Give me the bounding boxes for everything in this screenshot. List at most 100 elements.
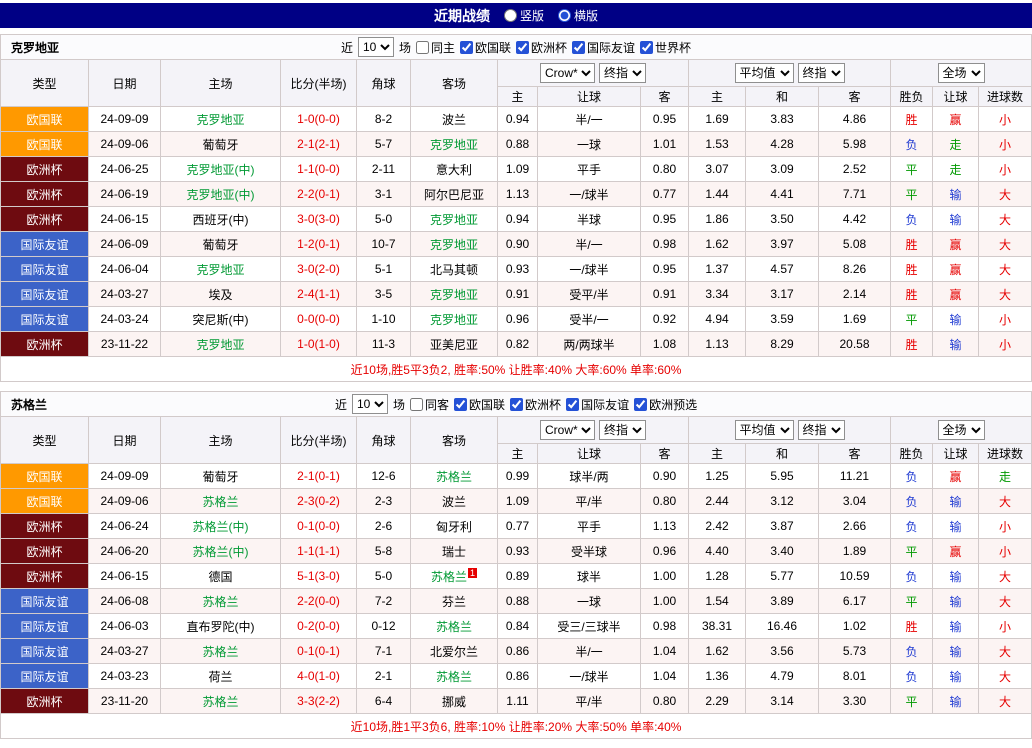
handicap-result-cell: 输 <box>932 488 979 514</box>
match-date-cell: 24-06-15 <box>88 563 161 589</box>
col-header-home: 主场 <box>160 416 281 464</box>
league-checkbox[interactable] <box>566 397 580 411</box>
match-type-cell: 国际友谊 <box>0 588 89 614</box>
games-label: 场 <box>398 40 411 55</box>
away-team-cell: 克罗地亚 <box>410 131 498 157</box>
euro-draw-odds-cell: 3.09 <box>745 156 819 182</box>
scope-select[interactable]: 全场 <box>937 63 985 83</box>
asia-odds-group-header: Crow* 终指 <box>497 416 689 444</box>
bookmaker-select[interactable]: Crow* <box>540 420 595 440</box>
match-date-cell: 23-11-20 <box>88 688 161 714</box>
euro-draw-odds-cell: 5.95 <box>745 463 819 489</box>
same-venue-checkbox[interactable] <box>410 397 424 411</box>
home-team-cell: 苏格兰 <box>160 688 281 714</box>
league-checkbox-label[interactable]: 国际友谊 <box>572 39 635 56</box>
euro-away-odds-cell: 3.30 <box>818 688 891 714</box>
handicap-result-cell: 赢 <box>932 281 979 307</box>
match-type-cell: 欧洲杯 <box>0 206 89 232</box>
layout-option-vertical[interactable]: 竖版 <box>503 7 544 24</box>
recent-count-select[interactable]: 10 <box>357 37 394 57</box>
asia-away-odds-cell: 1.01 <box>640 131 689 157</box>
result-cell: 负 <box>890 638 933 664</box>
match-type-cell: 欧国联 <box>0 131 89 157</box>
asia-away-odds-cell: 1.00 <box>640 563 689 589</box>
goals-result-cell: 大 <box>977 663 1032 689</box>
euro-draw-odds-cell: 16.46 <box>745 613 819 639</box>
asia-final-odds-select[interactable]: 终指 <box>599 63 646 83</box>
league-checkbox[interactable] <box>454 397 468 411</box>
asia-home-odds-cell: 0.84 <box>497 613 538 639</box>
score-cell: 2-2(0-1) <box>280 181 357 207</box>
match-type-cell: 欧洲杯 <box>0 513 89 539</box>
league-checkbox-label[interactable]: 欧洲预选 <box>634 396 697 413</box>
col-header-result: 胜负 <box>890 86 933 107</box>
asia-home-odds-cell: 0.93 <box>497 256 538 282</box>
bookmaker-select[interactable]: Crow* <box>540 63 595 83</box>
asia-handicap-cell: 一/球半 <box>537 181 641 207</box>
away-team-cell: 北马其顿 <box>410 256 498 282</box>
euro-draw-odds-cell: 3.89 <box>745 588 819 614</box>
league-checkbox-label[interactable]: 国际友谊 <box>566 396 629 413</box>
summary-row: 近10场,胜5平3负2, 胜率:50% 让胜率:40% 大率:60% 单率:60… <box>0 356 1032 382</box>
recent-count-select[interactable]: 10 <box>352 394 388 414</box>
score-cell: 2-3(0-2) <box>280 488 357 514</box>
euro-home-odds-cell: 1.25 <box>688 463 746 489</box>
match-type-cell: 欧洲杯 <box>0 156 89 182</box>
match-row: 欧国联 24-09-09 葡萄牙 2-1(0-1) 12-6 苏格兰 0.99 球半/两 0.9… <box>0 463 1032 489</box>
asia-home-odds-cell: 0.77 <box>497 513 538 539</box>
vertical-layout-radio[interactable] <box>503 9 517 22</box>
average-select[interactable]: 平均值 <box>734 420 794 440</box>
euro-final-odds-select[interactable]: 终指 <box>797 420 845 440</box>
result-cell: 平 <box>890 306 933 332</box>
euro-odds-group-header: 平均值 终指 <box>688 416 891 444</box>
asia-away-odds-cell: 1.08 <box>640 331 689 357</box>
average-select[interactable]: 平均值 <box>734 63 794 83</box>
same-venue-checkbox-label[interactable]: 同主 <box>415 39 455 56</box>
handicap-result-cell: 赢 <box>932 538 979 564</box>
euro-draw-odds-cell: 3.14 <box>745 688 819 714</box>
col-header-asia-home: 主 <box>497 86 538 107</box>
layout-option-horizontal[interactable]: 横版 <box>558 7 598 24</box>
asia-final-odds-select[interactable]: 终指 <box>599 420 646 440</box>
asia-home-odds-cell: 1.13 <box>497 181 538 207</box>
league-checkbox-label[interactable]: 世界杯 <box>640 39 691 56</box>
league-checkbox-label[interactable]: 欧洲杯 <box>510 396 561 413</box>
euro-final-odds-select[interactable]: 终指 <box>797 63 845 83</box>
recent-results-page: 近期战绩 竖版 横版 克罗地亚 近 10 场 同主 欧国联 欧洲杯 国际友谊 世… <box>0 3 1032 739</box>
league-checkbox-label[interactable]: 欧国联 <box>454 396 505 413</box>
euro-away-odds-cell: 2.52 <box>818 156 891 182</box>
league-checkbox[interactable] <box>634 397 648 411</box>
horizontal-layout-radio[interactable] <box>558 9 571 22</box>
match-date-cell: 24-03-27 <box>88 281 161 307</box>
league-checkbox[interactable] <box>510 397 524 411</box>
league-checkbox[interactable] <box>572 40 586 54</box>
score-cell: 2-1(2-1) <box>280 131 357 157</box>
handicap-result-cell: 输 <box>932 663 979 689</box>
col-header-asia-home: 主 <box>497 443 538 464</box>
asia-away-odds-cell: 1.04 <box>640 663 689 689</box>
corners-cell: 3-5 <box>356 281 411 307</box>
league-checkbox-label[interactable]: 欧洲杯 <box>516 39 567 56</box>
match-date-cell: 24-06-15 <box>88 206 161 232</box>
asia-home-odds-cell: 0.86 <box>497 663 538 689</box>
league-checkbox-label[interactable]: 欧国联 <box>460 39 511 56</box>
scope-select[interactable]: 全场 <box>937 420 985 440</box>
league-checkbox[interactable] <box>460 40 473 54</box>
match-row: 欧洲杯 24-06-19 克罗地亚(中) 2-2(0-1) 3-1 阿尔巴尼亚 1.13 一/… <box>0 181 1032 207</box>
home-team-cell: 克罗地亚(中) <box>160 181 281 207</box>
home-team-cell: 克罗地亚 <box>160 331 281 357</box>
asia-away-odds-cell: 0.95 <box>640 206 689 232</box>
euro-home-odds-cell: 1.86 <box>688 206 746 232</box>
match-date-cell: 24-03-24 <box>88 306 161 332</box>
result-cell: 负 <box>890 663 933 689</box>
league-checkbox[interactable] <box>516 40 530 54</box>
euro-away-odds-cell: 8.01 <box>818 663 891 689</box>
corners-cell: 5-8 <box>356 538 411 564</box>
same-venue-checkbox-label[interactable]: 同客 <box>410 396 449 413</box>
euro-home-odds-cell: 1.53 <box>688 131 746 157</box>
league-label: 世界杯 <box>655 40 692 55</box>
league-checkbox[interactable] <box>640 40 654 54</box>
col-header-asia-away: 客 <box>640 443 689 464</box>
same-venue-checkbox[interactable] <box>415 40 429 54</box>
goals-result-cell: 走 <box>977 463 1032 489</box>
